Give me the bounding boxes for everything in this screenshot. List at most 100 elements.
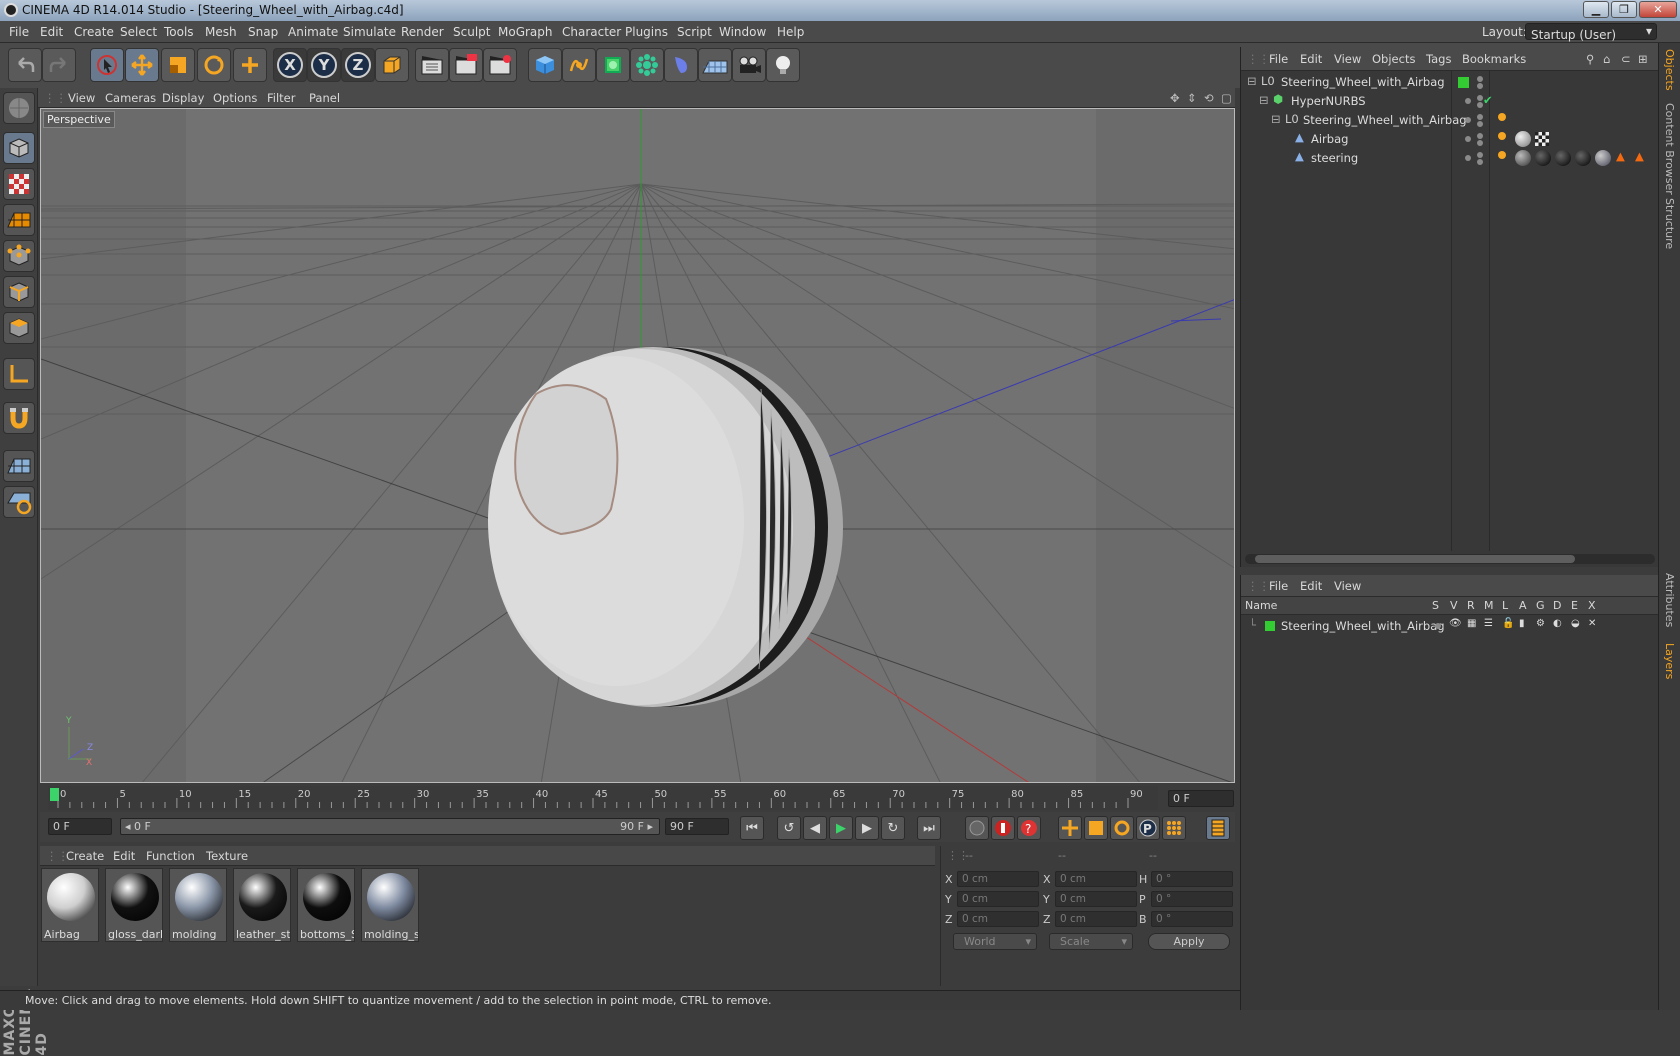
material-swatch[interactable]: molding_st: [361, 868, 419, 942]
floor-icon[interactable]: [698, 48, 732, 82]
polygons-mode-icon[interactable]: [3, 312, 35, 344]
layer-col-m[interactable]: M: [1484, 599, 1494, 612]
cube-icon[interactable]: [528, 48, 562, 82]
layer-col-name[interactable]: Name: [1245, 599, 1277, 612]
tab-attributes[interactable]: Attributes: [1663, 573, 1676, 627]
edges-mode-icon[interactable]: [3, 276, 35, 308]
material-tag-icon[interactable]: [1595, 150, 1611, 166]
next-frame-icon[interactable]: ▶: [855, 816, 879, 840]
tree-row[interactable]: ▲ Airbag: [1245, 130, 1657, 149]
material-menu-texture[interactable]: Texture: [206, 849, 248, 863]
enabled-check-icon[interactable]: ✔: [1483, 93, 1493, 107]
object-menu-tags[interactable]: Tags: [1426, 52, 1451, 66]
restore-icon[interactable]: ❐: [1611, 1, 1637, 18]
layer-menu-file[interactable]: File: [1269, 579, 1288, 593]
make-editable-icon[interactable]: [3, 92, 35, 124]
layer-col-d[interactable]: D: [1553, 599, 1561, 612]
editor-visibility-dot[interactable]: [1465, 136, 1471, 142]
render-view-icon[interactable]: [415, 48, 449, 82]
tab-layers[interactable]: Layers: [1663, 643, 1676, 679]
object-menu-bookmarks[interactable]: Bookmarks: [1462, 52, 1526, 66]
phong-tag-icon[interactable]: [1498, 132, 1506, 140]
link-icon[interactable]: ⊂: [1621, 52, 1631, 66]
object-menu-file[interactable]: File: [1269, 52, 1288, 66]
expand-icon[interactable]: ⊟: [1259, 93, 1269, 107]
rotation-h-field[interactable]: 0 °: [1151, 871, 1233, 887]
start-frame-field[interactable]: 0 F: [48, 818, 112, 835]
editor-visibility-dot[interactable]: [1465, 98, 1471, 104]
previous-key-icon[interactable]: ↺: [777, 816, 801, 840]
timeline-ruler[interactable]: 0 5 10 15 20 25 30 35 40 45 50 55 60 65 70 75 80 85 90: [48, 786, 1158, 810]
scale-select[interactable]: Scale ▾: [1049, 933, 1133, 950]
viewport-menu-options[interactable]: Options: [213, 91, 257, 105]
menu-window[interactable]: Window: [719, 25, 766, 39]
solo-toggle-icon[interactable]: [1435, 623, 1441, 629]
phong-tag-icon[interactable]: [1498, 113, 1506, 121]
position-x-field[interactable]: 0 cm: [957, 871, 1039, 887]
object-menu-view[interactable]: View: [1334, 52, 1361, 66]
editor-visibility-dot[interactable]: [1477, 76, 1483, 82]
go-to-start-icon[interactable]: ⏮: [740, 816, 764, 840]
render-toggle-icon[interactable]: ▦: [1467, 618, 1476, 629]
editor-visibility-dot[interactable]: [1477, 152, 1483, 158]
material-swatch[interactable]: gloss_dark: [105, 868, 163, 942]
snap-grid-icon[interactable]: [3, 450, 35, 482]
viewport-zoom-icon[interactable]: ⇕: [1187, 91, 1197, 105]
model-mode-icon[interactable]: [3, 132, 35, 164]
material-menu-edit[interactable]: Edit: [113, 849, 135, 863]
texture-mode-icon[interactable]: [3, 168, 35, 200]
menu-simulate[interactable]: Simulate: [343, 25, 396, 39]
autokey-icon[interactable]: ?: [1017, 816, 1041, 840]
material-menu-function[interactable]: Function: [146, 849, 195, 863]
rotation-b-field[interactable]: 0 °: [1151, 911, 1233, 927]
viewport-menu-filter[interactable]: Filter: [267, 91, 295, 105]
material-swatch[interactable]: Airbag: [41, 868, 99, 942]
menu-animate[interactable]: Animate: [288, 25, 338, 39]
y-axis-icon[interactable]: Y: [307, 48, 341, 82]
key-pla-icon[interactable]: [1162, 816, 1186, 840]
expression-toggle-icon[interactable]: ◒: [1571, 618, 1580, 629]
menu-file[interactable]: File: [9, 25, 29, 39]
x-axis-icon[interactable]: X: [273, 48, 307, 82]
material-tag-icon[interactable]: [1555, 150, 1571, 166]
scale-icon[interactable]: [161, 48, 195, 82]
close-icon[interactable]: ✕: [1639, 1, 1677, 18]
render-visibility-dot[interactable]: [1477, 140, 1483, 146]
next-key-icon[interactable]: ↻: [881, 816, 905, 840]
position-y-field[interactable]: 0 cm: [957, 891, 1039, 907]
xref-toggle-icon[interactable]: ✕: [1588, 618, 1596, 629]
tab-content-browser[interactable]: Content Browser: [1663, 103, 1676, 195]
timeline-window-icon[interactable]: [1206, 816, 1230, 840]
tab-objects[interactable]: Objects: [1663, 49, 1676, 91]
render-picture-viewer-icon[interactable]: [449, 48, 483, 82]
play-icon[interactable]: ▶: [829, 816, 853, 840]
edit-render-settings-icon[interactable]: [483, 48, 517, 82]
layer-menu-edit[interactable]: Edit: [1300, 579, 1322, 593]
key-parameter-icon[interactable]: P: [1136, 816, 1160, 840]
editor-visibility-dot[interactable]: [1465, 117, 1471, 123]
menu-character[interactable]: Character: [562, 25, 621, 39]
key-scale-icon[interactable]: [1084, 816, 1108, 840]
axis-mode-icon[interactable]: [3, 358, 35, 390]
layer-col-g[interactable]: G: [1536, 599, 1545, 612]
rotation-p-field[interactable]: 0 °: [1151, 891, 1233, 907]
world-select[interactable]: World ▾: [953, 933, 1037, 950]
layer-color-swatch[interactable]: [1458, 77, 1469, 88]
viewport-menu-view[interactable]: View: [68, 91, 95, 105]
position-z-field[interactable]: 0 cm: [957, 911, 1039, 927]
render-visibility-dot[interactable]: [1477, 159, 1483, 165]
record-icon[interactable]: [991, 816, 1015, 840]
size-z-field[interactable]: 0 cm: [1055, 911, 1137, 927]
key-rotation-icon[interactable]: [1110, 816, 1134, 840]
size-y-field[interactable]: 0 cm: [1055, 891, 1137, 907]
lock-toggle-icon[interactable]: 🔓: [1502, 618, 1514, 629]
home-icon[interactable]: ⌂: [1603, 52, 1610, 66]
apply-button[interactable]: Apply: [1148, 933, 1230, 950]
layer-col-x[interactable]: X: [1588, 599, 1596, 612]
end-frame-field[interactable]: 90 F: [665, 818, 729, 835]
material-tag-icon[interactable]: [1575, 150, 1591, 166]
layer-col-a[interactable]: A: [1519, 599, 1527, 612]
tab-structure[interactable]: Structure: [1663, 198, 1676, 249]
spline-pen-icon[interactable]: [562, 48, 596, 82]
selection-tag-icon[interactable]: ▲: [1635, 149, 1644, 163]
